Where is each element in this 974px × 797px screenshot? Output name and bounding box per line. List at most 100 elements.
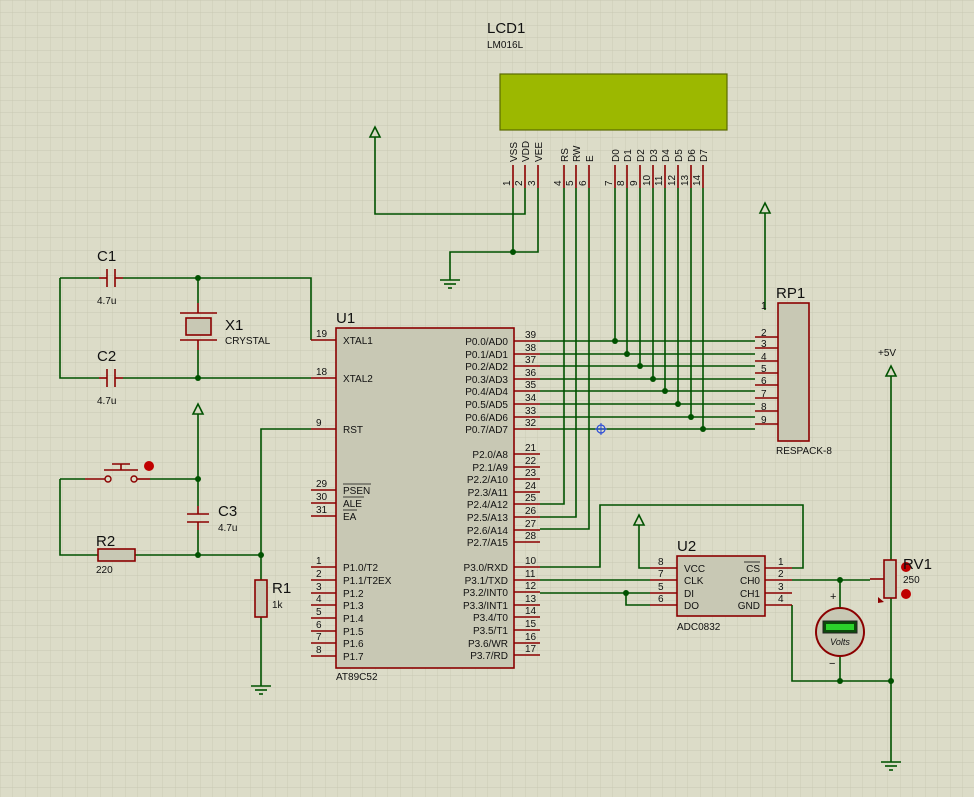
u1-pin-num: 12 — [525, 581, 537, 592]
u1-pin-p1-0-t2: P1.0/T2 — [343, 563, 378, 574]
u1-pin-p2-2-a10: P2.2/A10 — [467, 475, 509, 486]
u1-pin-num: 9 — [316, 418, 322, 429]
lcd-pin-num: 2 — [514, 180, 525, 186]
lcd-pin-d2: D2 — [636, 149, 647, 162]
u1-pin-ale: ALE — [343, 499, 362, 510]
u2-model: ADC0832 — [677, 622, 721, 633]
u1-pin-p0-3-ad3: P0.3/AD3 — [465, 375, 508, 386]
button-indicator[interactable] — [144, 461, 154, 471]
rp1-pin-num: 7 — [761, 389, 767, 400]
rp1-pin-num: 1 — [761, 301, 767, 312]
junction-dot — [195, 552, 201, 558]
u2-pin-num: 7 — [658, 569, 664, 580]
u1-pin-p3-3-int1: P3.3/INT1 — [463, 601, 508, 612]
u1-pin-p3-1-txd: P3.1/TXD — [465, 576, 508, 587]
capacitor-c1-value: 4.7u — [97, 296, 116, 307]
u1-pin-num: 27 — [525, 519, 537, 530]
u1-pin-p3-4-t0: P3.4/T0 — [473, 613, 508, 624]
junction-dot — [510, 249, 516, 255]
u1-pin-num: 19 — [316, 329, 328, 340]
lcd-pin-d1: D1 — [623, 149, 634, 162]
lcd-pin-d5: D5 — [674, 149, 685, 162]
rp1-pin-num: 8 — [761, 402, 767, 413]
rv1-down-button[interactable] — [901, 589, 911, 599]
u1-pin-p0-2-ad2: P0.2/AD2 — [465, 362, 508, 373]
u2-pin-gnd: GND — [738, 601, 760, 612]
u1-pin-num: 10 — [525, 556, 537, 567]
junction-dot — [195, 275, 201, 281]
u1-pin-p0-0-ad0: P0.0/AD0 — [465, 337, 508, 348]
u1-pin-p1-2: P1.2 — [343, 589, 364, 600]
u1-pin-num: 5 — [316, 607, 322, 618]
u1-pin-p0-5-ad5: P0.5/AD5 — [465, 400, 508, 411]
schematic-canvas[interactable]: LCD1 LM016L VSS 1 VDD 2 VEE 3 RS 4 RW 5 E 6 D0 7 D1 8 D2 9 D… — [0, 0, 974, 797]
u1-pin-p1-3: P1.3 — [343, 601, 364, 612]
u1-pin-num: 17 — [525, 644, 537, 655]
u2-pin-di: DI — [684, 589, 694, 600]
lcd-pin-num: 4 — [553, 180, 564, 186]
lcd-pin-d3: D3 — [649, 149, 660, 162]
u1-pin-num: 1 — [316, 556, 322, 567]
u1-pin-num: 30 — [316, 492, 328, 503]
u1-pin-p3-2-int0: P3.2/INT0 — [463, 588, 508, 599]
u1-pin-num: 29 — [316, 479, 328, 490]
u1-pin-num: 18 — [316, 367, 328, 378]
lcd-pin-num: 12 — [667, 174, 678, 186]
u1-pin-num: 24 — [525, 481, 537, 492]
u1-pin-num: 3 — [316, 582, 322, 593]
rp1-body — [777, 302, 810, 442]
lcd-pin-d0: D0 — [611, 149, 622, 162]
u1-pin-p0-1-ad1: P0.1/AD1 — [465, 350, 508, 361]
u1-pin-num: 26 — [525, 506, 537, 517]
rv1-ref: RV1 — [903, 556, 932, 573]
u1-pin-p2-1-a9: P2.1/A9 — [472, 463, 508, 474]
x1-value: CRYSTAL — [225, 336, 271, 347]
u2-pin-num: 1 — [778, 557, 784, 568]
lcd-pin-d6: D6 — [687, 149, 698, 162]
r1-value: 1k — [272, 600, 284, 611]
u1-pin-num: 7 — [316, 632, 322, 643]
u2-pin-num: 4 — [778, 594, 784, 605]
lcd-pin-num: 11 — [654, 175, 665, 186]
rp1-pin-num: 3 — [761, 339, 767, 350]
capacitor-c2-value: 4.7u — [97, 396, 116, 407]
u1-pin-num: 13 — [525, 594, 537, 605]
junction-dot — [623, 590, 629, 596]
u1-pin-num: 14 — [525, 606, 537, 617]
u1-pin-p1-6: P1.6 — [343, 639, 364, 650]
u1-pin-num: 35 — [525, 380, 537, 391]
rv1-value: 250 — [903, 575, 920, 586]
lcd-pin-num: 9 — [629, 180, 640, 186]
u1-pin-p3-6-wr: P3.6/WR — [468, 639, 508, 650]
lcd-pin-vee: VEE — [534, 142, 545, 162]
u2-pin-num: 3 — [778, 582, 784, 593]
u2-pin-cs: CS — [746, 564, 760, 575]
capacitor-c1-ref: C1 — [97, 248, 116, 265]
lcd-pin-d7: D7 — [699, 149, 710, 162]
u1-pin-p2-6-a14: P2.6/A14 — [467, 526, 509, 537]
u1-pin-p1-4: P1.4 — [343, 614, 364, 625]
r1-ref: R1 — [272, 580, 291, 597]
u1-pin-psen: PSEN — [343, 486, 370, 497]
junction-dot — [258, 552, 264, 558]
lcd-pin-e: E — [585, 155, 596, 162]
u1-pin-num: 25 — [525, 493, 537, 504]
u1-pin-p3-7-rd: P3.7/RD — [470, 651, 508, 662]
junction-dot — [195, 476, 201, 482]
u1-pin-p0-7-ad7: P0.7/AD7 — [465, 425, 508, 436]
u1-pin-num: 6 — [316, 620, 322, 631]
r2-value: 220 — [96, 565, 113, 576]
u1-pin-num: 39 — [525, 330, 537, 341]
u2-pin-vcc: VCC — [684, 564, 705, 575]
junction-dot — [195, 375, 201, 381]
lcd-pin-num: 14 — [692, 174, 703, 186]
u1-pin-p3-5-t1: P3.5/T1 — [473, 626, 508, 637]
microcontroller-u1[interactable]: U1AT89C5219XTAL118XTAL29RST29PSEN30ALE31… — [311, 310, 540, 683]
voltmeter-digits — [826, 624, 854, 630]
u1-pin-num: 11 — [525, 569, 536, 580]
lcd-ref: LCD1 — [487, 20, 525, 37]
u2-pin-ch0: CH0 — [740, 576, 760, 587]
lcd-pin-num: 8 — [616, 180, 627, 186]
r2-ref: R2 — [96, 533, 115, 550]
u1-pin-num: 36 — [525, 368, 537, 379]
